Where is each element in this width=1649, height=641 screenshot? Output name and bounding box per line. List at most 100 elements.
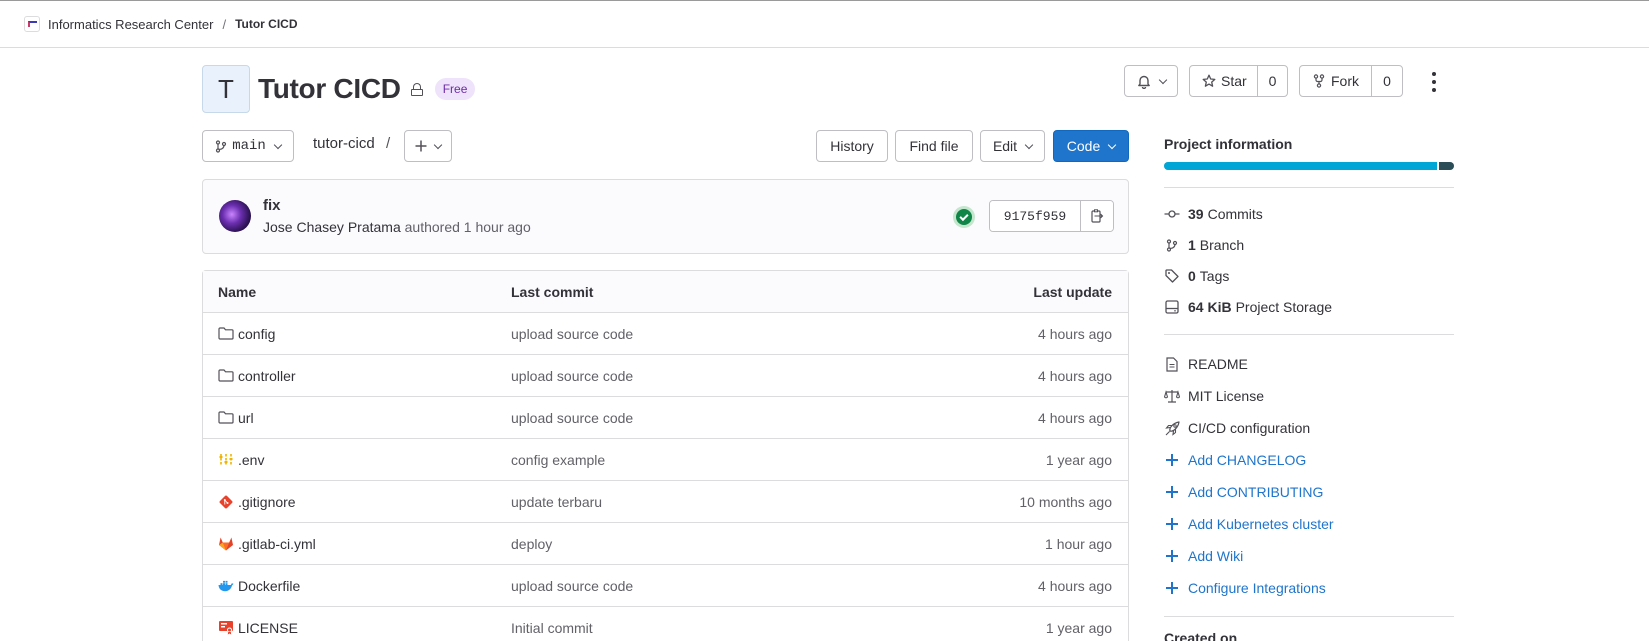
table-row[interactable]: .env config example 1 year ago xyxy=(203,439,1128,481)
file-name-link[interactable]: .gitignore xyxy=(238,494,296,510)
chevron-down-icon xyxy=(1024,140,1034,149)
plus-icon xyxy=(1166,582,1178,594)
add-contributing-link[interactable]: Add CONTRIBUTING xyxy=(1164,482,1323,502)
table-row[interactable]: config upload source code 4 hours ago xyxy=(203,313,1128,355)
fork-button[interactable]: Fork xyxy=(1300,66,1372,96)
commits-link[interactable]: 39 Commits xyxy=(1164,204,1263,224)
breadcrumb-project-link[interactable]: Tutor CICD xyxy=(235,17,297,31)
file-name-link[interactable]: .gitlab-ci.yml xyxy=(238,536,316,552)
branch-selector[interactable]: main xyxy=(202,130,294,162)
branch-icon xyxy=(1164,237,1180,253)
table-row[interactable]: controller upload source code 4 hours ag… xyxy=(203,355,1128,397)
repository-language-bar[interactable] xyxy=(1164,162,1454,170)
row-last-commit-link[interactable]: upload source code xyxy=(511,368,961,384)
table-row[interactable]: .gitlab-ci.yml deploy 1 hour ago xyxy=(203,523,1128,565)
pipeline-status-passed-icon[interactable] xyxy=(953,206,975,228)
row-last-commit-link[interactable]: Initial commit xyxy=(511,620,961,636)
add-kubernetes-cluster-link[interactable]: Add Kubernetes cluster xyxy=(1164,514,1334,534)
row-last-commit-link[interactable]: deploy xyxy=(511,536,961,552)
table-row[interactable]: LICENSE Initial commit 1 year ago xyxy=(203,607,1128,641)
code-button[interactable]: Code xyxy=(1053,130,1129,162)
table-row[interactable]: Dockerfile upload source code 4 hours ag… xyxy=(203,565,1128,607)
notifications-button[interactable] xyxy=(1124,65,1178,97)
edit-label: Edit xyxy=(992,138,1018,154)
copy-sha-button[interactable] xyxy=(1081,201,1113,231)
commit-author-link[interactable]: Jose Chasey Pratama xyxy=(263,219,401,235)
add-changelog-link[interactable]: Add CHANGELOG xyxy=(1164,450,1306,470)
chevron-down-icon xyxy=(1107,140,1117,149)
divider xyxy=(1164,187,1454,188)
add-contributing-label: Add CONTRIBUTING xyxy=(1188,484,1324,500)
plus-icon xyxy=(1166,454,1178,466)
history-button[interactable]: History xyxy=(816,130,888,162)
find-file-button[interactable]: Find file xyxy=(895,130,973,162)
star-count[interactable]: 0 xyxy=(1258,66,1287,96)
license-label: MIT License xyxy=(1188,388,1264,404)
storage-link[interactable]: 64 KiB Project Storage xyxy=(1164,297,1332,317)
star-button-group: Star 0 xyxy=(1189,65,1288,97)
project-avatar: T xyxy=(202,65,250,113)
row-last-commit-link[interactable]: upload source code xyxy=(511,410,961,426)
row-last-commit-link[interactable]: config example xyxy=(511,452,961,468)
cicd-configuration-link[interactable]: CI/CD configuration xyxy=(1164,418,1310,438)
more-actions-icon[interactable] xyxy=(1431,72,1437,92)
plus-icon xyxy=(1166,486,1178,498)
commit-author-line: Jose Chasey Pratama authored 1 hour ago xyxy=(263,219,531,235)
file-name-link[interactable]: url xyxy=(238,410,254,426)
file-name-link[interactable]: controller xyxy=(238,368,296,384)
table-row[interactable]: url upload source code 4 hours ago xyxy=(203,397,1128,439)
star-icon xyxy=(1202,74,1216,88)
fork-count[interactable]: 0 xyxy=(1372,66,1402,96)
last-commit-panel: fix Jose Chasey Pratama authored 1 hour … xyxy=(202,179,1129,254)
plus-icon xyxy=(1166,518,1178,530)
tags-label: Tags xyxy=(1199,268,1230,284)
table-row[interactable]: .gitignore update terbaru 10 months ago xyxy=(203,481,1128,523)
created-on-label: Created on xyxy=(1164,630,1238,641)
readme-link[interactable]: README xyxy=(1164,354,1248,374)
file-name-link[interactable]: config xyxy=(238,326,275,342)
language-bar-segment[interactable] xyxy=(1164,162,1437,170)
add-dropdown-button[interactable] xyxy=(404,130,452,162)
language-bar-segment[interactable] xyxy=(1436,162,1454,170)
star-button[interactable]: Star xyxy=(1190,66,1258,96)
breadcrumb-group-link[interactable]: Informatics Research Center xyxy=(48,17,213,32)
repo-path-link[interactable]: tutor-cicd xyxy=(313,135,375,152)
branches-label: Branch xyxy=(1199,237,1245,253)
folder-icon xyxy=(218,369,234,382)
row-last-update: 4 hours ago xyxy=(1038,325,1112,342)
row-last-update: 1 hour ago xyxy=(1045,535,1112,552)
tags-link[interactable]: 0 Tags xyxy=(1164,266,1229,286)
commit-title-link[interactable]: fix xyxy=(263,197,281,214)
row-last-update: 10 months ago xyxy=(1019,493,1112,510)
scale-icon xyxy=(1164,388,1180,404)
row-last-commit-link[interactable]: upload source code xyxy=(511,578,961,594)
env-file-icon xyxy=(218,453,234,467)
fork-icon xyxy=(1312,74,1326,88)
storage-size: 64 KiB xyxy=(1188,299,1232,315)
storage-icon xyxy=(1164,299,1180,315)
gitlab-icon xyxy=(218,536,234,551)
git-icon xyxy=(218,494,234,510)
row-last-commit-link[interactable]: update terbaru xyxy=(511,494,961,510)
add-wiki-link[interactable]: Add Wiki xyxy=(1164,546,1243,566)
avatar[interactable] xyxy=(219,200,251,232)
file-name-link[interactable]: Dockerfile xyxy=(238,578,300,594)
breadcrumb: Informatics Research Center / Tutor CICD xyxy=(0,0,1649,48)
chevron-down-icon xyxy=(273,140,283,149)
branches-link[interactable]: 1 Branch xyxy=(1164,235,1244,255)
folder-icon xyxy=(218,327,234,340)
configure-integrations-link[interactable]: Configure Integrations xyxy=(1164,578,1326,598)
license-link[interactable]: MIT License xyxy=(1164,386,1264,406)
add-changelog-label: Add CHANGELOG xyxy=(1188,452,1307,468)
edit-button[interactable]: Edit xyxy=(980,130,1045,162)
file-icon xyxy=(1164,356,1180,372)
row-last-commit-link[interactable]: upload source code xyxy=(511,326,961,342)
file-name-link[interactable]: .env xyxy=(238,452,264,468)
cicd-configuration-label: CI/CD configuration xyxy=(1188,420,1311,436)
commit-sha[interactable]: 9175f959 xyxy=(990,201,1081,231)
fork-label: Fork xyxy=(1331,73,1359,89)
file-name-link[interactable]: LICENSE xyxy=(238,620,298,636)
tier-badge[interactable]: Free xyxy=(434,78,476,100)
row-last-update: 4 hours ago xyxy=(1038,409,1112,426)
configure-integrations-label: Configure Integrations xyxy=(1188,580,1326,596)
